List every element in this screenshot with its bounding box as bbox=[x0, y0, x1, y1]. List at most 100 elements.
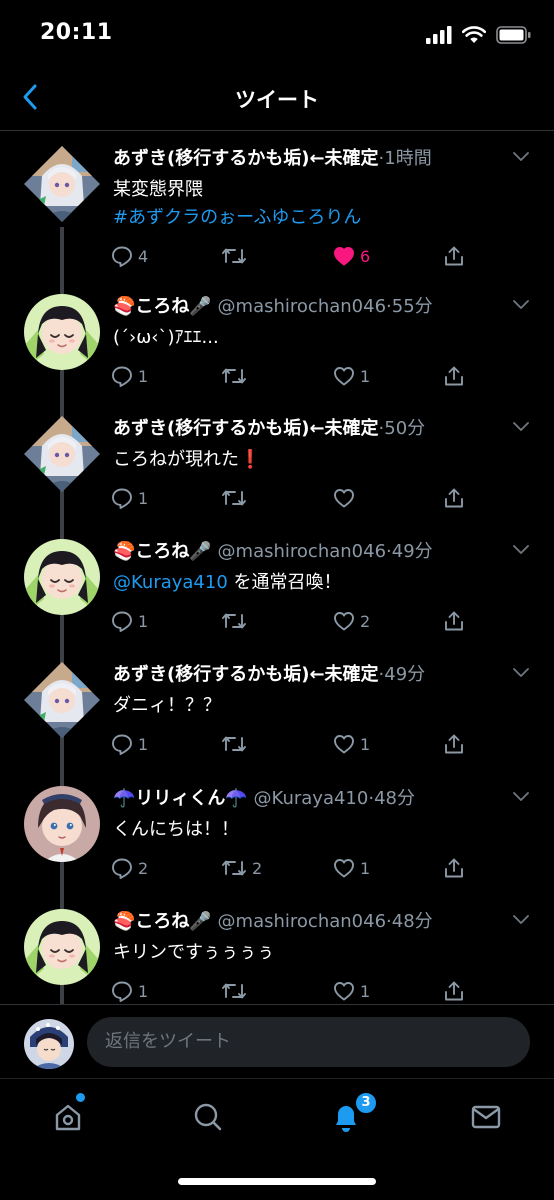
tweet[interactable]: 🍣ころね🎤 @mashirochan046·49分 @Kuraya410 を通常… bbox=[0, 525, 554, 647]
reply-button[interactable]: 1 bbox=[110, 607, 148, 635]
tweet-actions: 2 2 1 bbox=[110, 854, 490, 882]
reply-input[interactable]: 返信をツイート bbox=[87, 1017, 530, 1067]
retweet-button[interactable] bbox=[220, 730, 252, 758]
tab-home[interactable] bbox=[48, 1097, 88, 1137]
display-name[interactable]: あずき(移行するかも垢)←未確定 bbox=[113, 664, 379, 685]
avatar[interactable] bbox=[24, 909, 100, 985]
user-handle[interactable]: @mashirochan046 bbox=[212, 911, 386, 932]
heart-icon bbox=[334, 735, 354, 754]
tweet[interactable]: 🍣ころね🎤 @mashirochan046·48分 キリンですぅぅぅぅ 1 1 bbox=[0, 895, 554, 1004]
display-name[interactable]: 🍣ころね🎤 bbox=[113, 911, 212, 932]
avatar-image bbox=[24, 662, 100, 738]
display-name[interactable]: 🍣ころね🎤 bbox=[113, 541, 212, 562]
reply-count: 1 bbox=[138, 734, 149, 754]
retweet-button[interactable] bbox=[220, 977, 252, 1004]
tweet[interactable]: あずき(移行するかも垢)←未確定·49分 ダニィ！？？ 1 1 bbox=[0, 648, 554, 770]
tweet-actions: 1 1 bbox=[110, 977, 490, 1004]
chevron-down-icon bbox=[513, 545, 529, 554]
like-count: 6 bbox=[360, 246, 371, 266]
tweet-menu-button[interactable] bbox=[510, 296, 532, 314]
avatar[interactable] bbox=[24, 1019, 74, 1069]
like-button[interactable]: 1 bbox=[332, 977, 370, 1004]
share-button[interactable] bbox=[442, 362, 466, 390]
tweet-header: あずき(移行するかも垢)←未確定·1時間 bbox=[113, 146, 509, 172]
tweet[interactable]: ☂️リリィくん☂️ @Kuraya410·48分 くんにちは！！ 2 2 1 bbox=[0, 772, 554, 894]
heart-icon bbox=[334, 489, 354, 508]
tweet-menu-button[interactable] bbox=[510, 148, 532, 166]
tab-messages[interactable] bbox=[466, 1097, 506, 1137]
like-button[interactable] bbox=[332, 484, 360, 512]
tweet-menu-button[interactable] bbox=[510, 664, 532, 682]
hashtag-link[interactable]: #あずクラのぉーふゆころりん bbox=[113, 207, 361, 228]
tweet-time: ·55分 bbox=[386, 296, 433, 317]
like-count: 1 bbox=[360, 366, 371, 386]
tweet-menu-button[interactable] bbox=[510, 541, 532, 559]
share-icon bbox=[445, 366, 463, 386]
tab-search[interactable] bbox=[188, 1097, 228, 1137]
share-button[interactable] bbox=[442, 730, 466, 758]
share-button[interactable] bbox=[442, 977, 466, 1004]
reply-button[interactable]: 4 bbox=[110, 242, 148, 270]
retweet-button[interactable] bbox=[220, 607, 252, 635]
tweet-text: くんにちは！！ bbox=[113, 816, 533, 844]
reply-icon bbox=[112, 366, 132, 387]
avatar-image bbox=[24, 146, 100, 222]
user-handle[interactable]: @Kuraya410 bbox=[248, 788, 369, 809]
heart-icon bbox=[334, 982, 354, 1001]
display-name[interactable]: 🍣ころね🎤 bbox=[113, 296, 212, 317]
nav-bar: ツイート bbox=[0, 66, 554, 131]
avatar-image bbox=[24, 294, 100, 370]
tweet[interactable]: あずき(移行するかも垢)←未確定·1時間 某変態界隈 #あずクラのぉーふゆころりん… bbox=[0, 132, 554, 267]
mail-icon bbox=[471, 1105, 501, 1129]
like-button[interactable]: 2 bbox=[332, 607, 370, 635]
mention-link[interactable]: @Kuraya410 bbox=[113, 572, 228, 593]
tweet[interactable]: 🍣ころね🎤 @mashirochan046·55分 (´›ω‹`)ｱｴｴ... … bbox=[0, 280, 554, 402]
reply-button[interactable]: 1 bbox=[110, 362, 148, 390]
share-button[interactable] bbox=[442, 854, 466, 882]
tweet-time: ·48分 bbox=[386, 911, 433, 932]
avatar[interactable] bbox=[24, 786, 100, 862]
reply-button[interactable]: 1 bbox=[110, 730, 148, 758]
battery-icon bbox=[496, 26, 531, 44]
retweet-count: 2 bbox=[252, 858, 263, 878]
reply-button[interactable]: 2 bbox=[110, 854, 148, 882]
share-button[interactable] bbox=[442, 607, 466, 635]
tweet-body-text: (´›ω‹`)ｱｴｴ... bbox=[113, 327, 219, 348]
display-name[interactable]: ☂️リリィくん☂️ bbox=[113, 788, 248, 809]
user-handle[interactable]: @mashirochan046 bbox=[212, 296, 386, 317]
chevron-down-icon bbox=[513, 152, 529, 161]
tweet-menu-button[interactable] bbox=[510, 788, 532, 806]
avatar[interactable] bbox=[24, 146, 100, 222]
reply-button[interactable]: 1 bbox=[110, 977, 148, 1004]
retweet-button[interactable] bbox=[220, 484, 252, 512]
tweet-time: ·49分 bbox=[386, 541, 433, 562]
retweet-icon bbox=[222, 736, 246, 752]
display-name[interactable]: あずき(移行するかも垢)←未確定 bbox=[113, 418, 379, 439]
share-button[interactable] bbox=[442, 242, 466, 270]
share-button[interactable] bbox=[442, 484, 466, 512]
tweet-body-text: キリンですぅぅぅぅ bbox=[113, 942, 275, 963]
like-button[interactable]: 1 bbox=[332, 730, 370, 758]
retweet-button[interactable] bbox=[220, 242, 252, 270]
tweet[interactable]: あずき(移行するかも垢)←未確定·50分 ころねが現れた❗ 1 bbox=[0, 402, 554, 524]
avatar[interactable] bbox=[24, 416, 100, 492]
user-handle[interactable]: @mashirochan046 bbox=[212, 541, 386, 562]
like-button[interactable]: 6 bbox=[332, 242, 370, 270]
retweet-button[interactable]: 2 bbox=[220, 854, 262, 882]
share-icon bbox=[445, 734, 463, 754]
like-button[interactable]: 1 bbox=[332, 362, 370, 390]
reply-button[interactable]: 1 bbox=[110, 484, 148, 512]
tweet-thread: あずき(移行するかも垢)←未確定·1時間 某変態界隈 #あずクラのぉーふゆころりん… bbox=[0, 132, 554, 1004]
retweet-button[interactable] bbox=[220, 362, 252, 390]
tweet-time: ·48分 bbox=[368, 788, 415, 809]
avatar[interactable] bbox=[24, 539, 100, 615]
tweet-menu-button[interactable] bbox=[510, 911, 532, 929]
avatar[interactable] bbox=[24, 294, 100, 370]
display-name[interactable]: あずき(移行するかも垢)←未確定 bbox=[113, 148, 379, 169]
status-bar: 20:11 bbox=[0, 0, 554, 66]
avatar[interactable] bbox=[24, 662, 100, 738]
like-button[interactable]: 1 bbox=[332, 854, 370, 882]
home-unread-dot bbox=[76, 1093, 85, 1102]
tweet-body-text: 某変態界隈 bbox=[113, 179, 203, 200]
tweet-menu-button[interactable] bbox=[510, 418, 532, 436]
